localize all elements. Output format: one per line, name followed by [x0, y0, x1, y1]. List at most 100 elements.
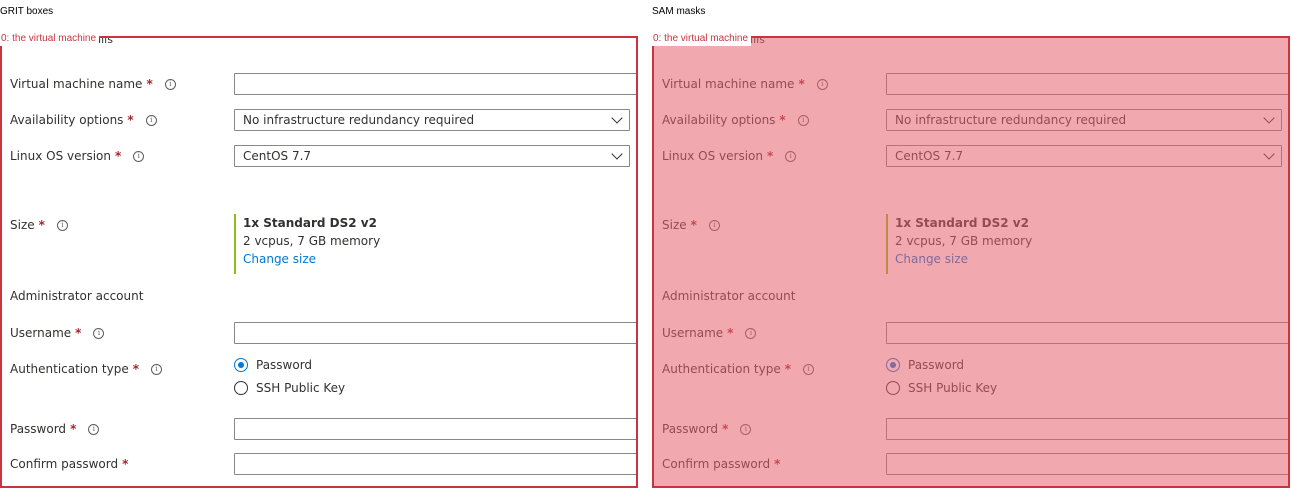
info-icon[interactable]: i	[740, 423, 752, 435]
size-label: Size * i	[10, 218, 68, 232]
confirm-password-input[interactable]	[886, 453, 1288, 475]
info-icon[interactable]: i	[803, 363, 814, 375]
select-value: No infrastructure redundancy required	[895, 113, 1127, 127]
info-icon[interactable]: i	[816, 78, 828, 90]
required-marker: *	[784, 362, 791, 376]
info-icon[interactable]: i	[56, 219, 68, 231]
required-marker: *	[127, 113, 134, 127]
required-marker: *	[690, 218, 697, 232]
required-marker: *	[132, 362, 139, 376]
admin-account-heading: Administrator account	[10, 289, 144, 303]
change-size-link[interactable]: Change size	[243, 250, 380, 268]
mask-label: 0: the virtual machine	[652, 32, 752, 46]
label-text: Availability options	[10, 113, 124, 127]
info-icon[interactable]: i	[785, 150, 797, 162]
info-icon[interactable]: i	[151, 363, 162, 375]
username-label: Username * i	[662, 326, 757, 340]
info-icon[interactable]: i	[164, 78, 176, 90]
info-icon[interactable]: i	[133, 150, 145, 162]
confirm-password-label: Confirm password *	[10, 457, 128, 471]
mask-frame: Instance details Virtual machine name*i …	[652, 36, 1290, 488]
label-text: Virtual machine name	[10, 77, 143, 91]
os-version-label: Linux OS version * i	[10, 149, 145, 163]
username-input[interactable]	[886, 322, 1288, 344]
panel-heading: SAM masks	[652, 6, 706, 17]
admin-account-heading: Administrator account	[662, 289, 796, 303]
box-label: 0: the virtual machine	[0, 32, 100, 46]
auth-radio-password[interactable]: Password	[234, 358, 312, 372]
username-label: Username * i	[10, 326, 105, 340]
password-label: Password * i	[662, 422, 752, 436]
vm-name-input[interactable]	[234, 73, 636, 95]
panel-heading: GRIT boxes	[0, 6, 54, 17]
label-text: Authentication type	[662, 362, 781, 376]
os-version-label: Linux OS version * i	[662, 149, 797, 163]
info-icon[interactable]: i	[797, 114, 809, 126]
bounding-box: Instance details Virtual machine name*i …	[0, 36, 638, 488]
chevron-down-icon	[1263, 112, 1275, 124]
size-spec: 2 vcpus, 7 GB memory	[243, 234, 381, 248]
password-input[interactable]	[886, 418, 1288, 440]
auth-type-label: Authentication type * i	[662, 362, 814, 376]
grit-panel: GRIT boxes 0: the virtual machine Instan…	[0, 0, 640, 489]
required-marker: *	[727, 326, 734, 340]
radio-label: Password	[908, 358, 965, 372]
info-icon[interactable]: i	[93, 327, 105, 339]
label-text: Linux OS version	[10, 149, 111, 163]
required-marker: *	[766, 149, 774, 163]
chevron-down-icon	[611, 148, 623, 160]
size-summary: 1x Standard DS2 v2 2 vcpus, 7 GB memory …	[886, 214, 1032, 274]
confirm-password-input[interactable]	[234, 453, 636, 475]
vm-name-label: Virtual machine name * i	[662, 77, 828, 91]
os-version-select[interactable]: CentOS 7.7	[886, 145, 1282, 167]
radio-checked-icon[interactable]	[886, 358, 900, 372]
availability-label: Availability options * i	[662, 113, 809, 127]
required-marker: *	[798, 77, 805, 91]
radio-label: SSH Public Key	[256, 381, 346, 395]
auth-radio-ssh[interactable]: SSH Public Key	[234, 381, 345, 395]
info-icon[interactable]: i	[88, 423, 100, 435]
size-spec: 2 vcpus, 7 GB memory	[895, 234, 1033, 248]
required-marker: *	[146, 77, 153, 91]
radio-unchecked-icon[interactable]	[886, 381, 900, 395]
required-marker: *	[774, 457, 781, 471]
label-text: Confirm password	[662, 457, 771, 471]
radio-unchecked-icon[interactable]	[234, 381, 248, 395]
label-text: Username	[662, 326, 724, 340]
os-version-select[interactable]: CentOS 7.7	[234, 145, 630, 167]
auth-type-label: Authentication type * i	[10, 362, 162, 376]
availability-select[interactable]: No infrastructure redundancy required	[886, 109, 1282, 131]
username-input[interactable]	[234, 322, 636, 344]
size-label: Size * i	[662, 218, 720, 232]
radio-checked-icon[interactable]	[234, 358, 248, 372]
label-text: Size	[662, 218, 687, 232]
availability-label: Availability options * i	[10, 113, 157, 127]
confirm-password-label: Confirm password *	[662, 457, 780, 471]
vm-name-label: Virtual machine name * i	[10, 77, 176, 91]
label-text: Confirm password	[10, 457, 119, 471]
required-marker: *	[779, 113, 786, 127]
required-marker: *	[75, 326, 82, 340]
password-input[interactable]	[234, 418, 636, 440]
info-icon[interactable]: i	[708, 219, 720, 231]
auth-radio-ssh[interactable]: SSH Public Key	[886, 381, 997, 395]
chevron-down-icon	[1263, 148, 1275, 160]
password-label: Password * i	[10, 422, 100, 436]
availability-select[interactable]: No infrastructure redundancy required	[234, 109, 630, 131]
info-icon[interactable]: i	[745, 327, 757, 339]
change-size-link[interactable]: Change size	[895, 250, 1032, 268]
auth-radio-password[interactable]: Password	[886, 358, 964, 372]
required-marker: *	[38, 218, 45, 232]
required-marker: *	[722, 422, 729, 436]
label-text: Authentication type	[10, 362, 129, 376]
required-marker: *	[122, 457, 129, 471]
vm-name-input[interactable]	[886, 73, 1288, 95]
label-text: Virtual machine name	[662, 77, 795, 91]
select-value: No infrastructure redundancy required	[243, 113, 475, 127]
label-text: Linux OS version	[662, 149, 763, 163]
radio-label: Password	[256, 358, 313, 372]
select-value: CentOS 7.7	[895, 149, 964, 163]
sam-panel: SAM masks 0: the virtual machine Instanc…	[652, 0, 1292, 489]
info-icon[interactable]: i	[145, 114, 157, 126]
required-marker: *	[70, 422, 77, 436]
